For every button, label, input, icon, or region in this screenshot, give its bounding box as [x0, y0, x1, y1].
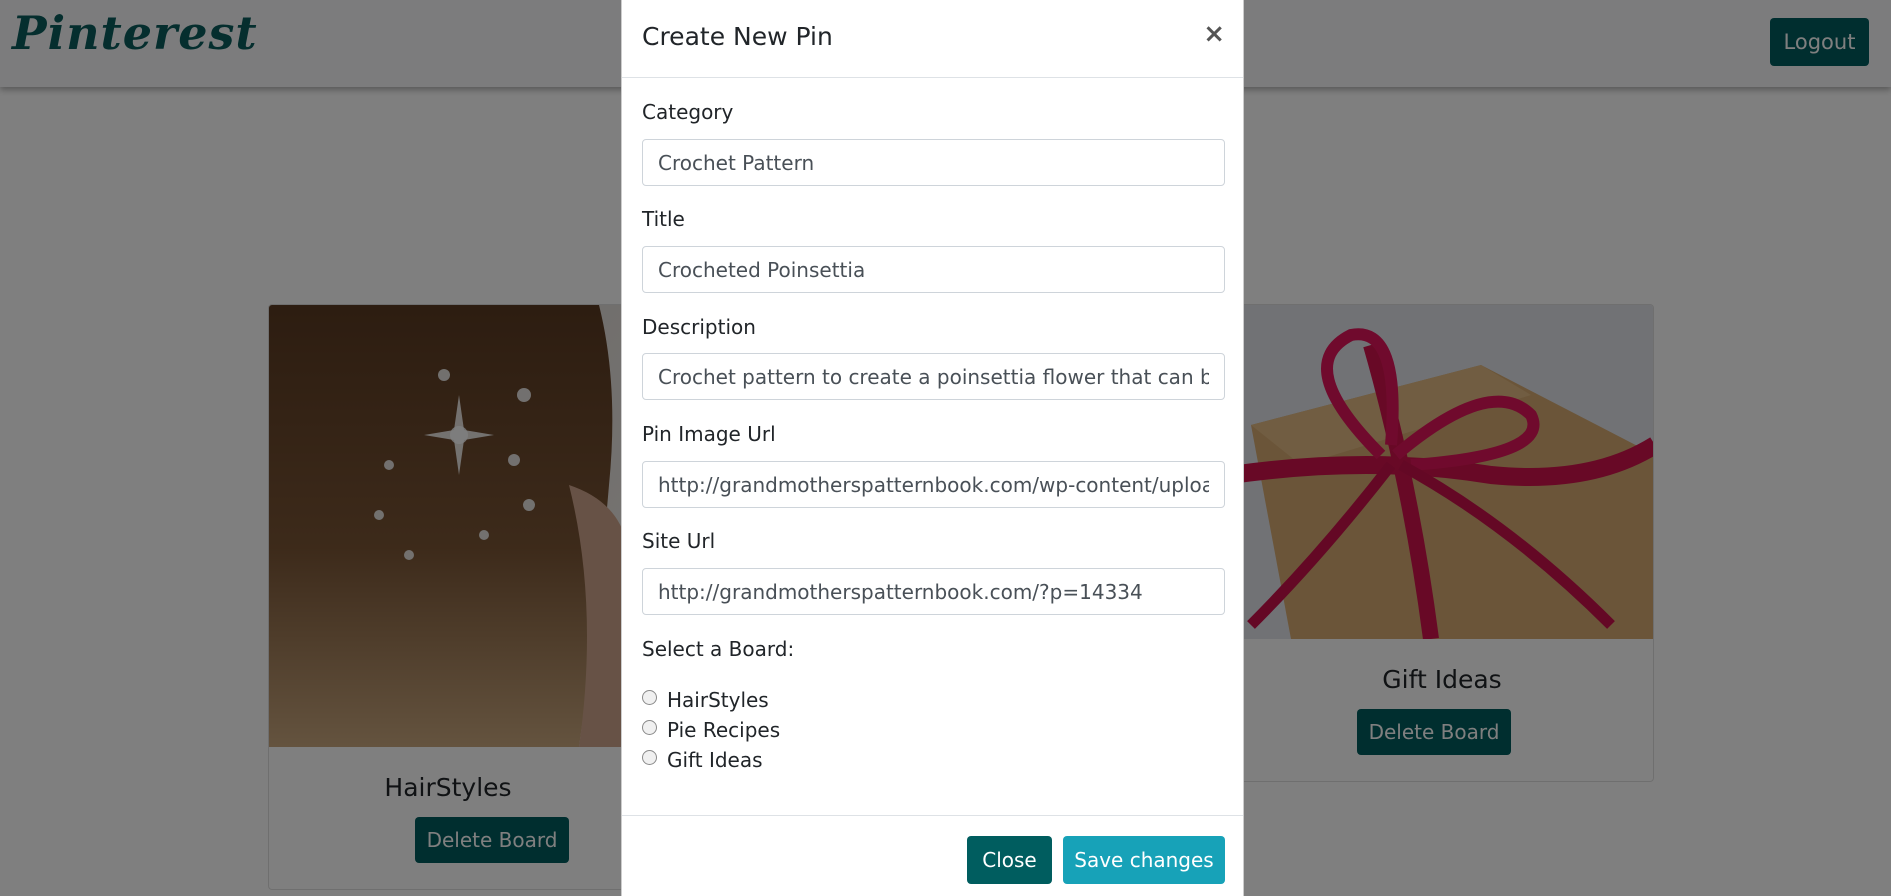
site-url-label: Site Url — [642, 529, 716, 553]
board-option-gift-ideas[interactable]: Gift Ideas — [642, 748, 763, 772]
radio-button[interactable] — [642, 719, 657, 735]
pin-image-url-input[interactable] — [642, 461, 1225, 508]
radio-button[interactable] — [642, 749, 657, 765]
board-option-hairstyles[interactable]: HairStyles — [642, 688, 769, 712]
site-url-input[interactable] — [642, 568, 1225, 615]
description-input[interactable] — [642, 353, 1225, 400]
category-label: Category — [642, 100, 734, 124]
modal-footer-divider — [622, 815, 1243, 816]
modal-title: Create New Pin — [642, 22, 833, 51]
title-input[interactable] — [642, 246, 1225, 293]
board-option-label: HairStyles — [667, 688, 769, 712]
category-input[interactable] — [642, 139, 1225, 186]
pin-image-url-label: Pin Image Url — [642, 422, 776, 446]
board-option-pie-recipes[interactable]: Pie Recipes — [642, 718, 780, 742]
create-pin-modal: Create New Pin × Category Title Descript… — [621, 0, 1244, 896]
title-label: Title — [642, 207, 685, 231]
board-option-label: Pie Recipes — [667, 718, 781, 742]
radio-button[interactable] — [642, 689, 657, 705]
board-option-label: Gift Ideas — [667, 748, 763, 772]
select-board-label: Select a Board: — [642, 637, 795, 661]
close-button[interactable]: Close — [967, 836, 1052, 884]
description-label: Description — [642, 315, 756, 339]
save-changes-button[interactable]: Save changes — [1063, 836, 1225, 884]
close-icon[interactable]: × — [1203, 20, 1225, 48]
modal-header: Create New Pin × — [622, 0, 1243, 78]
